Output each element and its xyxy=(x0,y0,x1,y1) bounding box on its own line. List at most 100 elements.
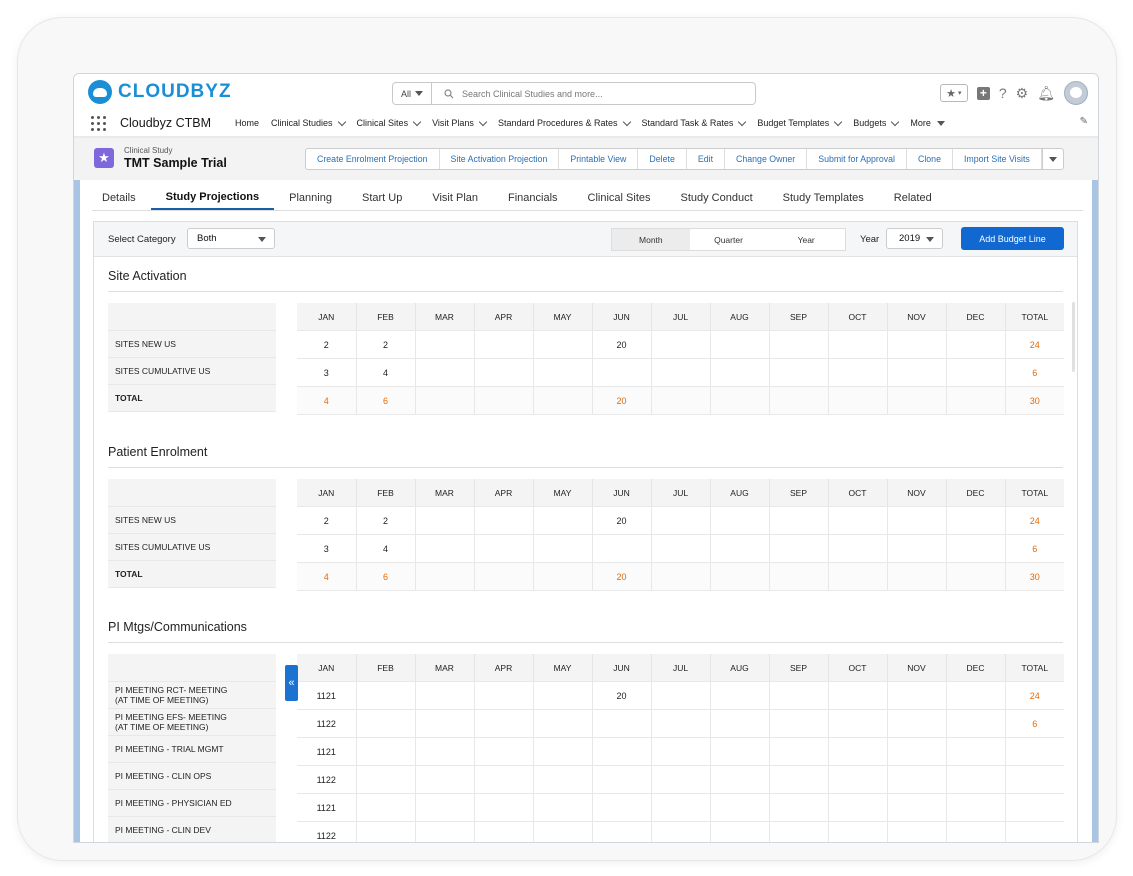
table-cell[interactable]: 1121 xyxy=(297,737,357,766)
table-cell[interactable] xyxy=(1005,793,1064,822)
table-cell[interactable] xyxy=(828,793,888,822)
table-cell[interactable] xyxy=(533,821,593,842)
table-cell[interactable] xyxy=(474,765,534,794)
cloudbyz-logo[interactable]: CLOUDBYZ xyxy=(88,80,232,104)
table-cell[interactable] xyxy=(828,330,888,359)
tab-start-up[interactable]: Start Up xyxy=(347,186,417,210)
table-cell[interactable] xyxy=(651,737,711,766)
table-cell[interactable] xyxy=(828,562,888,591)
table-cell[interactable] xyxy=(592,358,652,387)
setup-gear-icon[interactable]: ⚙ xyxy=(1016,85,1029,102)
table-cell[interactable] xyxy=(533,562,593,591)
table-cell[interactable]: 1122 xyxy=(297,821,357,842)
table-cell[interactable] xyxy=(474,737,534,766)
tab-planning[interactable]: Planning xyxy=(274,186,347,210)
table-cell[interactable]: 30 xyxy=(1005,386,1064,415)
table-cell[interactable] xyxy=(828,737,888,766)
nav-item-visit-plans[interactable]: Visit Plans xyxy=(432,117,488,128)
table-cell[interactable] xyxy=(415,681,475,710)
table-cell[interactable] xyxy=(415,709,475,738)
table-cell[interactable] xyxy=(415,534,475,563)
table-cell[interactable]: 20 xyxy=(592,562,652,591)
tab-financials[interactable]: Financials xyxy=(493,186,573,210)
table-cell[interactable] xyxy=(887,765,947,794)
nav-item-clinical-studies[interactable]: Clinical Studies xyxy=(271,117,346,128)
table-cell[interactable] xyxy=(592,793,652,822)
table-cell[interactable] xyxy=(887,821,947,842)
scrollbar-thumb[interactable] xyxy=(1072,302,1075,372)
table-cell[interactable] xyxy=(769,765,829,794)
table-cell[interactable] xyxy=(651,358,711,387)
table-cell[interactable] xyxy=(946,386,1006,415)
table-cell[interactable] xyxy=(946,506,1006,535)
table-cell[interactable] xyxy=(946,793,1006,822)
table-cell[interactable] xyxy=(946,358,1006,387)
table-cell[interactable] xyxy=(415,821,475,842)
table-cell[interactable] xyxy=(1005,737,1064,766)
table-cell[interactable]: 6 xyxy=(1005,709,1064,738)
table-cell[interactable] xyxy=(769,681,829,710)
table-cell[interactable]: 6 xyxy=(1005,358,1064,387)
table-cell[interactable] xyxy=(474,681,534,710)
collapse-labels-button[interactable]: « xyxy=(285,665,298,701)
table-cell[interactable] xyxy=(769,358,829,387)
table-cell[interactable] xyxy=(887,737,947,766)
table-cell[interactable]: 2 xyxy=(297,506,357,535)
table-cell[interactable]: 1122 xyxy=(297,709,357,738)
app-launcher-icon[interactable] xyxy=(91,115,106,131)
table-cell[interactable]: 1122 xyxy=(297,765,357,794)
table-cell[interactable] xyxy=(415,506,475,535)
table-cell[interactable] xyxy=(887,330,947,359)
table-cell[interactable] xyxy=(828,821,888,842)
table-cell[interactable] xyxy=(828,709,888,738)
table-cell[interactable]: 4 xyxy=(297,386,357,415)
table-cell[interactable]: 1121 xyxy=(297,681,357,710)
table-cell[interactable] xyxy=(592,821,652,842)
table-cell[interactable]: 6 xyxy=(1005,534,1064,563)
table-cell[interactable] xyxy=(946,737,1006,766)
table-cell[interactable] xyxy=(828,681,888,710)
table-cell[interactable]: 20 xyxy=(592,386,652,415)
table-cell[interactable] xyxy=(356,765,416,794)
table-cell[interactable] xyxy=(474,821,534,842)
table-cell[interactable] xyxy=(533,765,593,794)
table-cell[interactable] xyxy=(769,793,829,822)
table-cell[interactable] xyxy=(651,681,711,710)
table-cell[interactable] xyxy=(533,709,593,738)
table-cell[interactable] xyxy=(651,330,711,359)
table-cell[interactable]: 3 xyxy=(297,358,357,387)
nav-item-home[interactable]: Home xyxy=(235,118,259,128)
table-cell[interactable] xyxy=(710,681,770,710)
global-actions-plus-icon[interactable]: + xyxy=(976,86,990,100)
table-cell[interactable] xyxy=(474,386,534,415)
tab-related[interactable]: Related xyxy=(879,186,947,210)
table-cell[interactable] xyxy=(887,709,947,738)
table-cell[interactable] xyxy=(592,737,652,766)
site-activation-projection-button[interactable]: Site Activation Projection xyxy=(440,149,560,169)
table-cell[interactable] xyxy=(828,358,888,387)
table-cell[interactable]: 4 xyxy=(356,534,416,563)
nav-item-standard-procedures[interactable]: Standard Procedures & Rates xyxy=(498,117,631,128)
table-cell[interactable] xyxy=(651,793,711,822)
period-quarter-button[interactable]: Quarter xyxy=(690,229,768,250)
table-cell[interactable] xyxy=(946,330,1006,359)
tab-study-conduct[interactable]: Study Conduct xyxy=(666,186,768,210)
table-cell[interactable] xyxy=(533,386,593,415)
table-cell[interactable] xyxy=(887,793,947,822)
tab-visit-plan[interactable]: Visit Plan xyxy=(417,186,493,210)
notifications-bell-icon[interactable]: 🔔︎ xyxy=(1037,85,1055,102)
table-cell[interactable] xyxy=(710,737,770,766)
category-select[interactable]: Both xyxy=(187,228,275,249)
search-input[interactable]: Search Clinical Studies and more... xyxy=(432,83,755,104)
more-actions-button[interactable] xyxy=(1041,149,1063,169)
table-cell[interactable] xyxy=(710,330,770,359)
table-cell[interactable]: 1121 xyxy=(297,793,357,822)
table-cell[interactable]: 2 xyxy=(356,330,416,359)
table-cell[interactable] xyxy=(710,506,770,535)
table-cell[interactable] xyxy=(592,709,652,738)
table-cell[interactable] xyxy=(769,821,829,842)
table-cell[interactable] xyxy=(887,386,947,415)
nav-item-more[interactable]: More xyxy=(910,118,945,128)
table-cell[interactable] xyxy=(769,330,829,359)
table-cell[interactable] xyxy=(474,562,534,591)
